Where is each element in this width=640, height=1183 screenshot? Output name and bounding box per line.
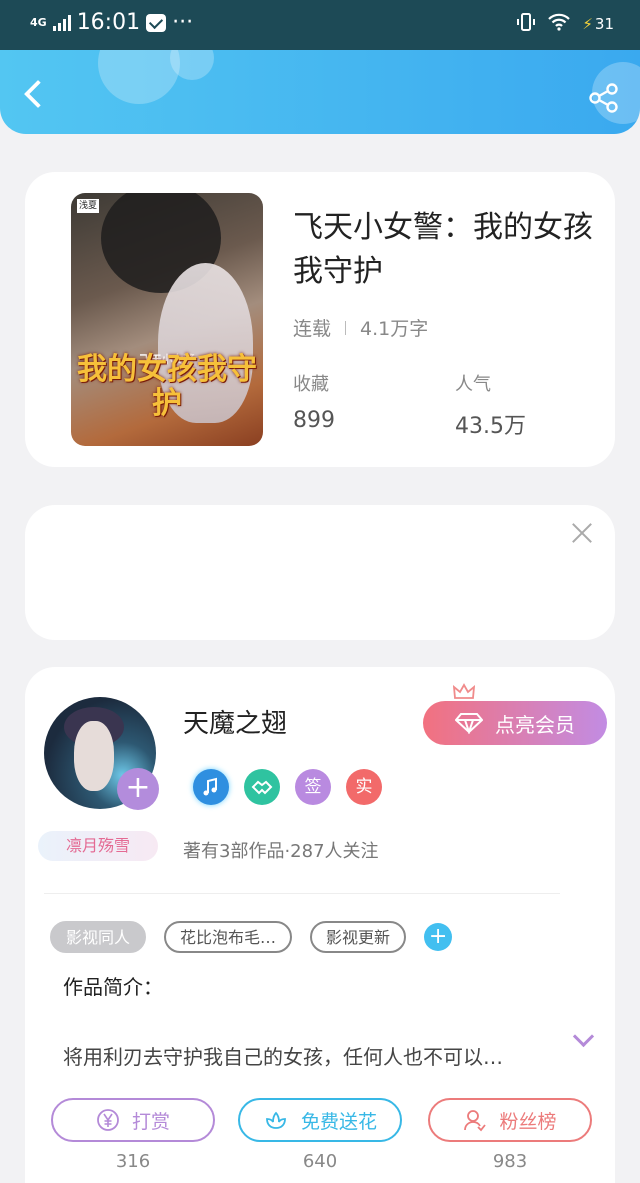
close-icon[interactable]	[569, 520, 595, 546]
music-icon[interactable]	[193, 769, 229, 805]
more-dots-icon: ···	[172, 10, 194, 35]
book-title: 飞天小女警：我的女孩我守护	[293, 210, 593, 289]
follow-plus-button[interactable]: +	[117, 768, 159, 810]
battery-level: 31	[594, 15, 614, 33]
flower-icon	[266, 1111, 286, 1129]
add-tag-button[interactable]: +	[424, 923, 453, 951]
meta-divider	[345, 320, 347, 335]
favorites-label: 收藏	[293, 374, 329, 395]
reward-count: 316	[115, 1151, 151, 1172]
fan-ranking-label: 粉丝榜	[499, 1110, 557, 1133]
signal-icon	[52, 14, 71, 31]
member-button[interactable]: 点亮会员	[423, 701, 607, 745]
book-status: 连载	[293, 318, 332, 340]
flower-count: 640	[302, 1151, 338, 1172]
decorative-bubble	[98, 50, 180, 104]
author-badges: 签 实	[193, 769, 382, 805]
tag-chip[interactable]: 影视同人	[50, 921, 147, 953]
reward-label: 打赏	[131, 1110, 170, 1133]
chevron-down-icon[interactable]	[571, 1027, 595, 1051]
favorites-value: 899	[293, 408, 335, 433]
divider	[44, 893, 560, 894]
handshake-icon[interactable]	[244, 769, 280, 805]
cover-title-text: 我的女孩我守护	[77, 352, 257, 421]
back-arrow-icon[interactable]	[18, 78, 52, 112]
favorites-stat: 收藏 899	[293, 370, 335, 433]
book-cover[interactable]: 浅夏 飞天小女警 我的女孩我守护	[71, 193, 263, 446]
tag-list: 影视同人 花比泡布毛… 影视更新 +	[50, 921, 453, 953]
send-flower-label: 免费送花	[300, 1110, 377, 1133]
vibrate-icon	[516, 12, 536, 36]
fan-count: 983	[492, 1151, 528, 1172]
author-card: + 天魔之翅 签 实 点亮会员 凛月殇雪 著有3部作品·287人关注 影视同人 …	[25, 667, 615, 1183]
yen-icon	[97, 1109, 119, 1131]
status-bar: 4G 16:01 ··· ⚡ 31	[0, 0, 640, 50]
tag-chip[interactable]: 影视更新	[310, 921, 407, 953]
popularity-label: 人气	[455, 374, 491, 395]
author-name[interactable]: 天魔之翅	[183, 703, 287, 740]
intro-label: 作品简介：	[63, 975, 163, 999]
send-flower-button[interactable]: 免费送花	[238, 1098, 402, 1142]
avatar-art	[74, 721, 114, 791]
status-time: 16:01	[76, 10, 141, 35]
book-word-count: 4.1万字	[360, 318, 429, 340]
nav-bar	[0, 50, 640, 134]
diamond-icon	[455, 713, 483, 734]
signed-badge[interactable]: 签	[295, 769, 331, 805]
tag-chip[interactable]: 花比泡布毛…	[164, 921, 293, 953]
message-icon	[146, 13, 167, 32]
popularity-stat: 人气 43.5万	[455, 370, 526, 440]
crown-icon	[453, 683, 475, 699]
ad-placeholder-card	[25, 505, 615, 640]
wifi-icon	[548, 13, 571, 35]
battery-icon: ⚡ 31	[582, 15, 614, 33]
network-indicator: 4G	[30, 16, 47, 29]
user-icon	[464, 1110, 487, 1132]
verified-badge[interactable]: 实	[346, 769, 382, 805]
reward-button[interactable]: 打赏	[51, 1098, 215, 1142]
book-info-card: 浅夏 飞天小女警 我的女孩我守护 飞天小女警：我的女孩我守护 连载 4.1万字 …	[25, 172, 615, 467]
fan-title-tag: 凛月殇雪	[38, 831, 158, 861]
fan-ranking-button[interactable]: 粉丝榜	[428, 1098, 592, 1142]
author-works-info: 著有3部作品·287人关注	[183, 841, 379, 862]
intro-text: 将用利刃去守护我自己的女孩，任何人也不可以…	[63, 1045, 503, 1069]
cover-publisher-tag: 浅夏	[77, 199, 99, 213]
member-button-label: 点亮会员	[495, 712, 575, 737]
share-icon[interactable]	[588, 82, 620, 114]
popularity-value: 43.5万	[455, 414, 526, 439]
book-meta: 连载 4.1万字	[293, 314, 428, 341]
